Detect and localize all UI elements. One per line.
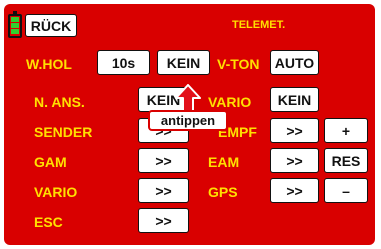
vario-label: VARIO [208,94,252,110]
sender-label: SENDER [34,124,93,140]
battery-icon [8,11,22,38]
tap-hint-tooltip: antippen [148,110,228,131]
eam-label: EAM [208,154,240,170]
gam-label: GAM [34,154,67,170]
nans-label: N. ANS. [34,94,85,110]
minus-button[interactable]: – [324,178,368,203]
gps-button[interactable]: >> [270,178,319,203]
gps-label: GPS [208,184,238,200]
vario-button[interactable]: KEIN [270,87,319,112]
esc-button[interactable]: >> [138,208,189,233]
back-button[interactable]: RÜCK [25,14,77,37]
eam-button[interactable]: >> [270,148,319,173]
whol-mode-button[interactable]: KEIN [157,50,210,75]
empf-button[interactable]: >> [270,118,319,143]
reset-button[interactable]: RES [324,148,368,173]
vton-label: V-TON [217,56,260,72]
esc-label: ESC [34,214,63,230]
whol-time-button[interactable]: 10s [97,50,150,75]
plus-button[interactable]: + [324,118,368,143]
screen-title: TELEMET. [232,19,286,31]
vario-sensor-label: VARIO [34,184,78,200]
telemetry-screen: RÜCK TELEMET. W.HOL 10s KEIN V-TON AUTO … [4,4,375,245]
whol-label: W.HOL [26,56,72,72]
vton-button[interactable]: AUTO [270,50,319,75]
vario-sensor-button[interactable]: >> [138,178,189,203]
arrow-up-icon [175,84,201,112]
gam-button[interactable]: >> [138,148,189,173]
